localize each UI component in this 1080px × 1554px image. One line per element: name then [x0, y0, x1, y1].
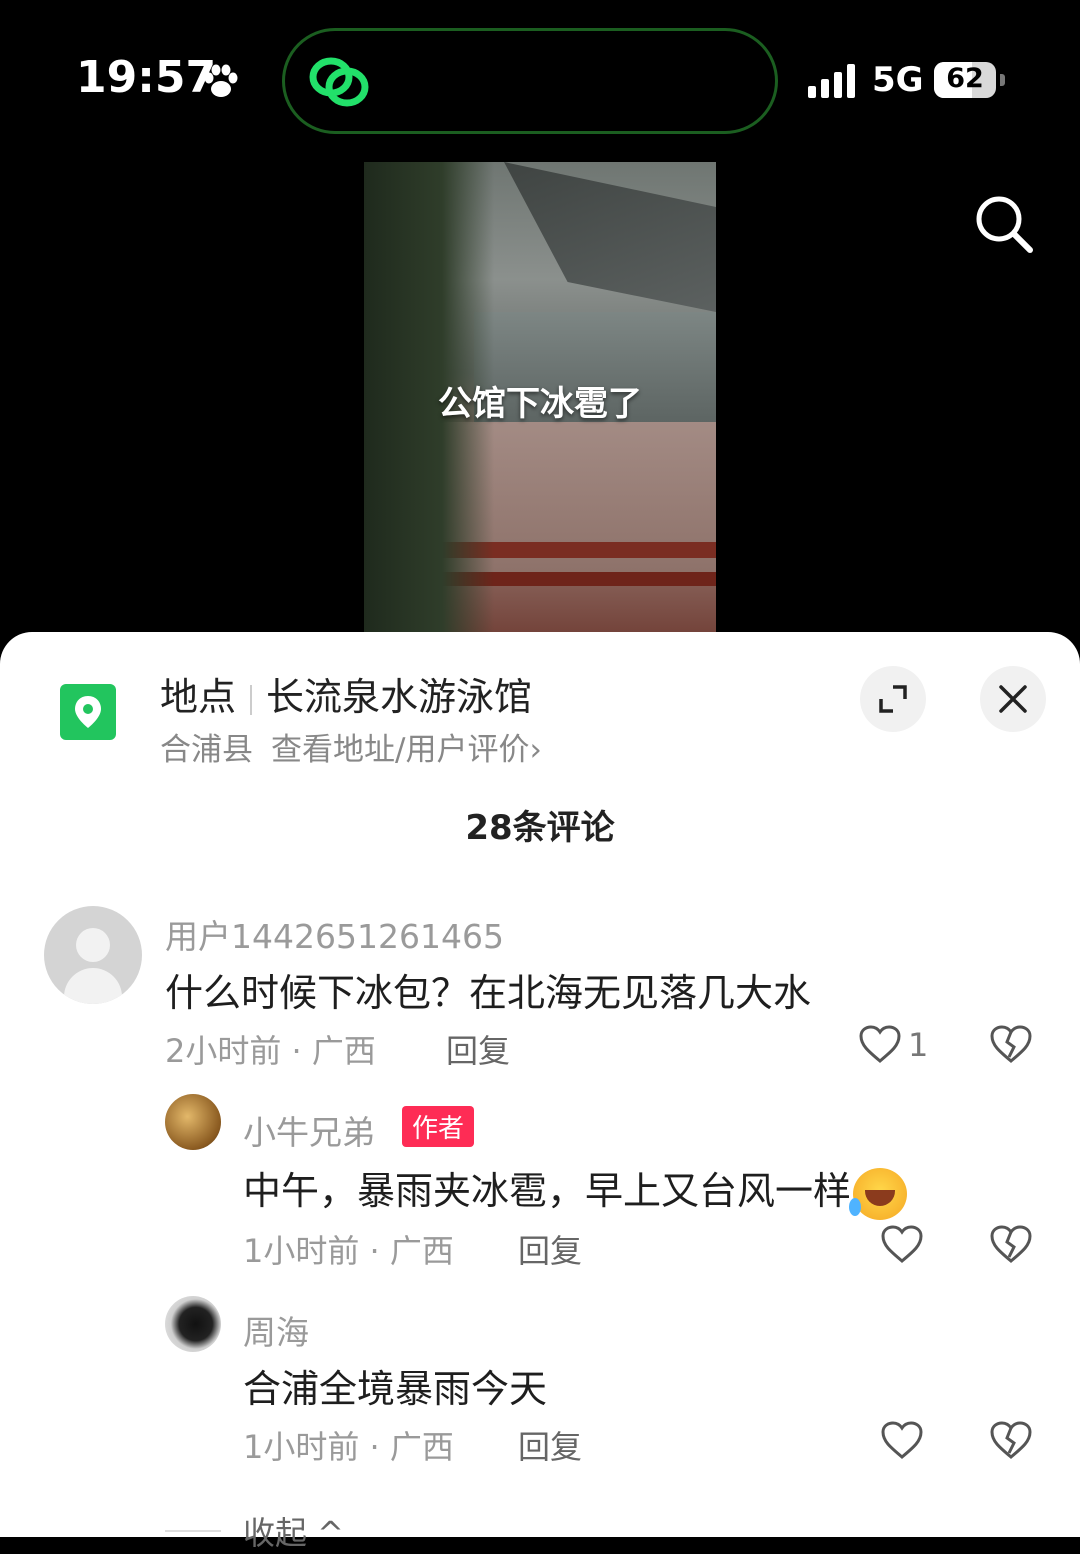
reply-button[interactable]: 回复 [518, 1226, 582, 1272]
video-player[interactable]: 公馆下冰雹了 [364, 162, 716, 632]
video-caption: 公馆下冰雹了 [438, 384, 642, 424]
close-button[interactable] [980, 666, 1046, 732]
dislike-icon[interactable] [989, 1420, 1033, 1460]
comment-meta: 1小时前 · 广西 [243, 1428, 454, 1466]
location-label: 地点 [160, 675, 237, 719]
dislike-icon[interactable] [989, 1224, 1033, 1264]
comments-count: 28条评论 [465, 808, 615, 848]
comment-meta: 2小时前 · 广西 [165, 1032, 376, 1070]
signal-icon [808, 64, 855, 98]
like-count: 1 [908, 1026, 929, 1064]
location-county: 合浦县 [160, 732, 253, 768]
heart-icon[interactable] [880, 1224, 924, 1264]
comments-sheet: 地点 长流泉水游泳馆 合浦县 查看地址/用户评价› 28条评论 用户14426512… [0, 632, 1080, 1552]
status-bar: 19:57 5G 62 [0, 0, 1080, 160]
laughing-emoji-icon [849, 1167, 908, 1220]
comment-meta: 1小时前 · 广西 [243, 1232, 454, 1270]
close-icon [999, 685, 1027, 713]
heart-icon[interactable] [858, 1024, 902, 1064]
comment-username[interactable]: 小牛兄弟 [243, 1106, 375, 1154]
avatar[interactable] [165, 1094, 221, 1150]
location-title[interactable]: 地点 长流泉水游泳馆 [160, 666, 532, 721]
expand-button[interactable] [860, 666, 926, 732]
dynamic-island[interactable] [282, 28, 778, 134]
location-pin-icon [60, 684, 116, 740]
location-link[interactable]: 查看地址/用户评价 [271, 732, 529, 768]
dislike-icon[interactable] [989, 1024, 1033, 1064]
comment-text: 合浦全境暴雨今天 [243, 1367, 548, 1411]
paw-icon [204, 64, 238, 97]
battery-percent: 62 [946, 63, 984, 94]
clock: 19:57 [76, 52, 217, 103]
reply-button[interactable]: 回复 [518, 1422, 582, 1468]
author-badge: 作者 [402, 1106, 475, 1147]
network-type: 5G [872, 60, 924, 100]
search-icon[interactable] [972, 192, 1036, 256]
avatar[interactable] [44, 906, 142, 1004]
comment-username[interactable]: 周海 [243, 1306, 309, 1354]
location-subtitle[interactable]: 合浦县 查看地址/用户评价› [160, 724, 542, 769]
comment-text: 什么时候下冰包？在北海无见落几大水 [165, 971, 812, 1015]
reply-button[interactable]: 回复 [446, 1026, 510, 1072]
battery-icon: 62 [934, 62, 1006, 98]
divider [250, 684, 253, 715]
collapse-replies-button[interactable]: 收起 ^ [243, 1508, 344, 1554]
comment-username[interactable]: 用户1442651261465 [165, 910, 504, 958]
avatar[interactable] [165, 1296, 221, 1352]
location-name: 长流泉水游泳馆 [266, 675, 533, 719]
divider [165, 1530, 221, 1532]
heart-icon[interactable] [880, 1420, 924, 1460]
app-link-icon [309, 57, 369, 107]
comment-text: 中午，暴雨夹冰雹，早上又台风一样 [243, 1160, 908, 1220]
expand-icon [879, 685, 907, 713]
chevron-right-icon: › [529, 732, 542, 768]
